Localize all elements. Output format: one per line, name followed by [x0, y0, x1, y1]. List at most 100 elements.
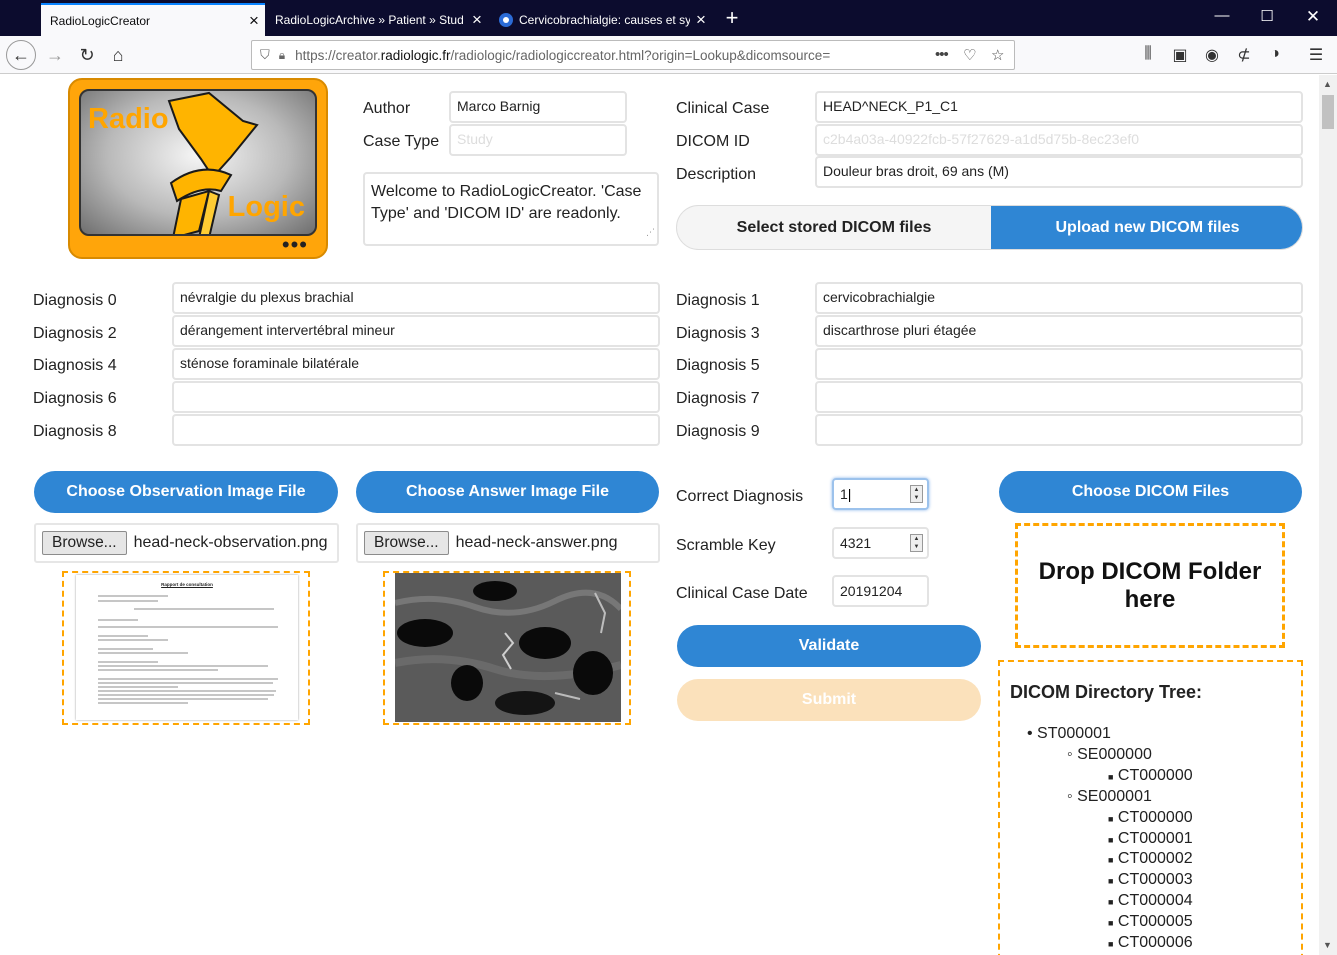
forward-arrow-icon[interactable]: → — [40, 40, 70, 70]
extension-2-icon[interactable]: ◑ — [1264, 45, 1286, 63]
home-icon[interactable]: ⌂ — [103, 40, 133, 70]
choose-dicom-files-button[interactable]: Choose DICOM Files — [999, 471, 1302, 513]
tree-node-study[interactable]: • ST000001 — [1027, 725, 1111, 743]
tab-radiologicarchive[interactable]: RadioLogicArchive » Patient » Stud × — [266, 3, 488, 36]
scramble-key-value: 4321 — [840, 535, 872, 551]
extension-icon[interactable]: ⊄ — [1233, 45, 1255, 65]
diagnosis-2-label: Diagnosis 2 — [33, 325, 117, 342]
clinical-case-field[interactable]: HEAD^NECK_P1_C1 — [815, 91, 1303, 123]
reload-icon[interactable]: ↻ — [72, 40, 102, 70]
tree-node-image[interactable]: ■ CT000006 — [1108, 934, 1193, 952]
choose-answer-image-button[interactable]: Choose Answer Image File — [356, 471, 659, 513]
case-type-field: Study — [449, 124, 627, 156]
close-window-icon[interactable]: ✕ — [1301, 7, 1325, 27]
minimize-icon[interactable]: — — [1210, 7, 1234, 24]
sidebar-icon[interactable]: ▣ — [1169, 45, 1191, 65]
correct-diagnosis-label: Correct Diagnosis — [676, 488, 804, 505]
tree-node-image[interactable]: ■ CT000000 — [1108, 767, 1193, 785]
diagnosis-3-label: Diagnosis 3 — [676, 325, 760, 342]
diagnosis-8-label: Diagnosis 8 — [33, 423, 117, 440]
upload-new-dicom-button[interactable]: Upload new DICOM files — [991, 206, 1302, 249]
tree-node-image[interactable]: ■ CT000000 — [1108, 809, 1193, 827]
resize-grip-icon[interactable]: ⋰ — [646, 221, 655, 243]
stepper-arrows-icon[interactable]: ▲ ▼ — [910, 485, 923, 503]
diagnosis-7-field[interactable] — [815, 381, 1303, 413]
back-arrow-icon[interactable]: ← — [6, 40, 36, 70]
logo-screen: Radio Logic — [79, 89, 317, 236]
favicon-icon — [499, 12, 513, 27]
diagnosis-5-field[interactable] — [815, 348, 1303, 380]
library-icon[interactable]: ⫼ — [1137, 45, 1159, 63]
shield-icon[interactable]: ⛉ — [260, 47, 270, 63]
dicom-drop-zone[interactable]: Drop DICOM Folder here — [1015, 523, 1285, 648]
select-stored-dicom-button[interactable]: Select stored DICOM files — [677, 206, 991, 249]
scrollbar-thumb[interactable] — [1322, 95, 1334, 129]
observation-filename: head-neck-observation.png — [133, 534, 328, 551]
tab-cervicobrachialgie[interactable]: Cervicobrachialgie: causes et sy × — [490, 3, 712, 36]
maximize-icon[interactable]: ☐ — [1255, 7, 1279, 25]
tree-node-image[interactable]: ■ CT000004 — [1108, 892, 1193, 910]
diagnosis-2-field[interactable]: dérangement intervertébral mineur — [172, 315, 660, 347]
stepper-arrows-icon[interactable]: ▲ ▼ — [910, 534, 923, 552]
tree-node-image[interactable]: ■ CT000001 — [1108, 830, 1193, 848]
answer-file-input[interactable]: Browse... head-neck-answer.png — [356, 523, 660, 563]
close-tab-icon[interactable]: × — [243, 11, 265, 31]
diagnosis-1-field[interactable]: cervicobrachialgie — [815, 282, 1303, 314]
diagnosis-7-label: Diagnosis 7 — [676, 390, 760, 407]
correct-diagnosis-stepper[interactable]: 1| ▲ ▼ — [832, 478, 929, 510]
bookmark-star-icon[interactable]: ☆ — [991, 46, 1004, 64]
tab-radiologiccreator[interactable]: RadioLogicCreator × — [41, 3, 265, 36]
observation-file-input[interactable]: Browse... head-neck-observation.png — [34, 523, 339, 563]
page-actions-icon[interactable]: ••• — [935, 46, 949, 63]
tree-node-series[interactable]: ◦ SE000000 — [1067, 746, 1152, 764]
clinical-case-date-field[interactable]: 20191204 — [832, 575, 929, 607]
diagnosis-8-field[interactable] — [172, 414, 660, 446]
clinical-case-date-label: Clinical Case Date — [676, 585, 808, 602]
submit-button[interactable]: Submit — [677, 679, 981, 721]
drop-zone-line1: Drop DICOM Folder — [1038, 557, 1262, 585]
close-tab-icon[interactable]: × — [466, 10, 488, 30]
validate-button[interactable]: Validate — [677, 625, 981, 667]
ct-scan-thumbnail — [395, 573, 621, 722]
diagnosis-5-label: Diagnosis 5 — [676, 357, 760, 374]
menu-icon[interactable]: ☰ — [1305, 45, 1327, 65]
diagnosis-6-field[interactable] — [172, 381, 660, 413]
scroll-down-arrow-icon[interactable]: ▼ — [1323, 940, 1332, 950]
browse-button[interactable]: Browse... — [364, 531, 449, 555]
tree-node-image[interactable]: ■ CT000003 — [1108, 871, 1193, 889]
pocket-icon[interactable]: ♡ — [963, 46, 976, 64]
new-tab-plus-icon[interactable]: + — [720, 5, 744, 31]
tab-title: RadioLogicArchive » Patient » Stud — [275, 12, 464, 27]
welcome-text: Welcome to RadioLogicCreator. 'Case Type… — [371, 183, 642, 222]
tab-title: Cervicobrachialgie: causes et sy — [519, 12, 690, 27]
tree-node-image[interactable]: ■ CT000002 — [1108, 850, 1193, 868]
close-tab-icon[interactable]: × — [690, 10, 712, 30]
observation-image-preview: Rapport de consultation — [62, 571, 310, 725]
diagnosis-0-label: Diagnosis 0 — [33, 292, 117, 309]
browse-button[interactable]: Browse... — [42, 531, 127, 555]
lock-icon[interactable]: 🔒︎ — [279, 48, 285, 63]
tree-node-series[interactable]: ◦ SE000001 — [1067, 788, 1152, 806]
address-bar[interactable]: ⛉ 🔒︎ https://creator.radiologic.fr/radio… — [251, 40, 1015, 70]
scroll-up-arrow-icon[interactable]: ▲ — [1323, 79, 1332, 89]
author-field[interactable]: Marco Barnig — [449, 91, 627, 123]
tree-node-image[interactable]: ■ CT000005 — [1108, 913, 1193, 931]
choose-observation-image-button[interactable]: Choose Observation Image File — [34, 471, 338, 513]
tree-title: DICOM Directory Tree: — [1010, 682, 1203, 702]
navigation-bar: ← → ↻ ⌂ ⛉ 🔒︎ https://creator.radiologic.… — [0, 36, 1337, 74]
page-scrollbar[interactable]: ▲ ▼ — [1319, 75, 1337, 955]
tab-title: RadioLogicCreator — [50, 13, 151, 28]
url-text[interactable]: https://creator.radiologic.fr/radiologic… — [295, 48, 830, 63]
logo-text-radio: Radio — [88, 103, 169, 135]
ct-slice-graphic — [395, 573, 621, 722]
description-field[interactable]: Douleur bras droit, 69 ans (M) — [815, 156, 1303, 188]
logo-dots: ••• — [281, 232, 308, 257]
welcome-textarea[interactable]: Welcome to RadioLogicCreator. 'Case Type… — [363, 172, 659, 246]
diagnosis-4-field[interactable]: sténose foraminale bilatérale — [172, 348, 660, 380]
diagnosis-0-field[interactable]: névralgie du plexus brachial — [172, 282, 660, 314]
diagnosis-9-field[interactable] — [815, 414, 1303, 446]
account-icon[interactable]: ◉ — [1201, 45, 1223, 65]
diagnosis-4-label: Diagnosis 4 — [33, 357, 117, 374]
scramble-key-stepper[interactable]: 4321 ▲ ▼ — [832, 527, 929, 559]
diagnosis-3-field[interactable]: discarthrose pluri étagée — [815, 315, 1303, 347]
